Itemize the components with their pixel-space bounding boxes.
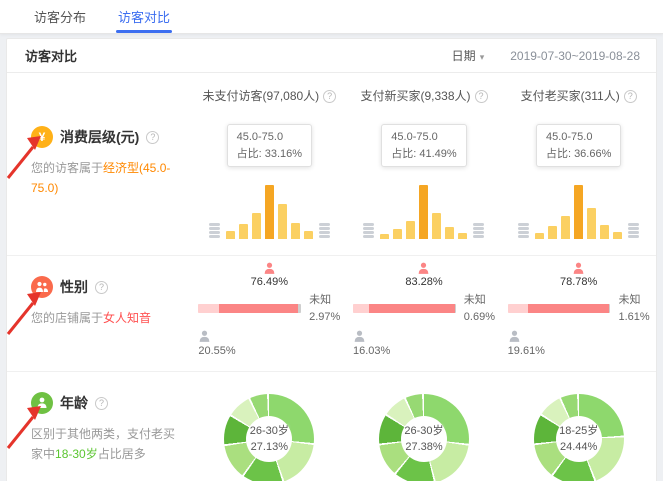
help-icon[interactable]: ?	[475, 90, 488, 103]
consumption-bar-chart[interactable]	[226, 183, 313, 239]
bar-tooltip: 45.0-75.0 占比: 41.49%	[381, 124, 466, 167]
gender-row-label: 性别 ? 您的店铺属于女人知音	[7, 256, 192, 357]
unknown-label: 未知	[618, 292, 649, 309]
chevron-down-icon: ▾	[480, 52, 485, 62]
unknown-percent: 2.97%	[309, 309, 340, 326]
female-percent: 76.49%	[251, 276, 288, 288]
person-icon	[31, 392, 53, 414]
female-icon	[417, 262, 430, 275]
male-percent: 19.61%	[508, 345, 545, 357]
consumption-chart-returning-buyers: 45.0-75.0 占比: 36.66%	[501, 106, 656, 239]
tooltip-share: 占比: 33.16%	[237, 146, 302, 163]
tooltip-range: 45.0-75.0	[237, 129, 302, 146]
section-consumption-level: ¥ 消费层级(元) ? 您的访客属于经济型(45.0-75.0) 45.0-75…	[7, 106, 656, 256]
female-icon	[263, 262, 276, 275]
section-age: 年龄 ? 区别于其他两类，支付老买家中18-30岁占比居多 26-30岁 27.…	[7, 372, 656, 481]
consumption-bar-chart[interactable]	[380, 183, 467, 239]
gender-highlight: 女人知音	[103, 311, 151, 325]
tab-visitor-distribution[interactable]: 访客分布	[18, 0, 102, 33]
card-header: 访客对比 日期 ▾ 2019-07-30~2019-08-28	[7, 39, 656, 73]
yen-icon: ¥	[31, 126, 53, 148]
people-icon	[31, 276, 53, 298]
unknown-percent: 0.69%	[464, 309, 495, 326]
consumption-bar-chart[interactable]	[535, 183, 622, 239]
age-chart-unpaid: 26-30岁 27.13%	[192, 372, 347, 481]
male-percent: 20.55%	[198, 345, 235, 357]
tooltip-share: 占比: 41.49%	[391, 146, 456, 163]
column-header-unpaid-visitors: 未支付访客(97,080人)?	[192, 81, 347, 104]
bar-tooltip: 45.0-75.0 占比: 36.66%	[536, 124, 621, 167]
coin-stack-icon	[628, 223, 639, 239]
gender-title: 性别	[60, 277, 88, 297]
help-icon[interactable]: ?	[323, 90, 336, 103]
column-header-row: 未支付访客(97,080人)? 支付新买家(9,338人)? 支付老买家(311…	[7, 73, 656, 106]
help-icon[interactable]: ?	[624, 90, 637, 103]
age-row-label: 年龄 ? 区别于其他两类，支付老买家中18-30岁占比居多	[7, 372, 192, 481]
female-percent: 83.28%	[405, 276, 442, 288]
consumption-chart-unpaid: 45.0-75.0 占比: 33.16%	[192, 106, 347, 239]
female-percent: 78.78%	[560, 276, 597, 288]
consumption-description: 您的访客属于经济型(45.0-75.0)	[31, 158, 181, 199]
coin-stack-icon	[209, 223, 220, 239]
bar-tooltip: 45.0-75.0 占比: 33.16%	[227, 124, 312, 167]
visitor-comparison-card: 访客对比 日期 ▾ 2019-07-30~2019-08-28 未支付访客(97,…	[6, 38, 657, 481]
female-icon	[572, 262, 585, 275]
column-header-new-buyers: 支付新买家(9,338人)?	[347, 81, 502, 104]
tooltip-range: 45.0-75.0	[391, 129, 456, 146]
age-description: 区别于其他两类，支付老买家中18-30岁占比居多	[31, 424, 181, 465]
male-icon	[198, 330, 211, 343]
male-icon	[353, 330, 366, 343]
page-background: 访客对比 日期 ▾ 2019-07-30~2019-08-28 未支付访客(97,…	[0, 34, 663, 481]
tab-visitor-comparison[interactable]: 访客对比	[102, 0, 186, 33]
consumption-chart-new-buyers: 45.0-75.0 占比: 41.49%	[347, 106, 502, 239]
gender-stacked-bar[interactable]	[353, 304, 456, 313]
coin-stack-icon	[473, 223, 484, 239]
consumption-row-label: ¥ 消费层级(元) ? 您的访客属于经济型(45.0-75.0)	[7, 106, 192, 239]
donut-hole	[246, 416, 292, 462]
date-range-value[interactable]: 2019-07-30~2019-08-28	[510, 49, 640, 63]
unknown-label: 未知	[464, 292, 495, 309]
page-title: 访客对比	[25, 46, 77, 65]
coin-stack-icon	[363, 223, 374, 239]
unknown-label: 未知	[309, 292, 340, 309]
gender-chart-unpaid: 76.49% 未知2.97% 20.55%	[192, 256, 347, 357]
date-filter-dropdown[interactable]: 日期 ▾	[452, 47, 485, 64]
age-chart-new-buyers: 26-30岁 27.38%	[347, 372, 502, 481]
tooltip-range: 45.0-75.0	[546, 129, 611, 146]
gender-stacked-bar[interactable]	[198, 304, 301, 313]
donut-hole	[401, 416, 447, 462]
tooltip-share: 占比: 36.66%	[546, 146, 611, 163]
gender-chart-new-buyers: 83.28% 未知0.69% 16.03%	[347, 256, 502, 357]
help-icon[interactable]: ?	[95, 397, 108, 410]
gender-description: 您的店铺属于女人知音	[31, 308, 181, 328]
help-icon[interactable]: ?	[95, 281, 108, 294]
help-icon[interactable]: ?	[146, 131, 159, 144]
unknown-percent: 1.61%	[618, 309, 649, 326]
male-icon	[508, 330, 521, 343]
column-header-returning-buyers: 支付老买家(311人)?	[501, 81, 656, 104]
consumption-title: 消费层级(元)	[60, 127, 139, 147]
male-percent: 16.03%	[353, 345, 390, 357]
section-gender: 性别 ? 您的店铺属于女人知音 76.49% 未知2.97%	[7, 256, 656, 372]
age-title: 年龄	[60, 393, 88, 413]
gender-chart-returning-buyers: 78.78% 未知1.61% 19.61%	[501, 256, 656, 357]
age-highlight: 18-30岁	[55, 447, 98, 461]
visitor-analytics-screen: 访客分布 访客对比 访客对比 日期 ▾ 2019-07-30~2019-08-28…	[0, 0, 663, 481]
top-tab-bar: 访客分布 访客对比	[0, 0, 663, 34]
date-filter-label: 日期	[452, 49, 476, 63]
age-chart-returning-buyers: 18-25岁 24.44%	[501, 372, 656, 481]
coin-stack-icon	[518, 223, 529, 239]
donut-hole	[556, 416, 602, 462]
coin-stack-icon	[319, 223, 330, 239]
date-controls: 日期 ▾ 2019-07-30~2019-08-28	[452, 47, 640, 64]
gender-stacked-bar[interactable]	[508, 304, 611, 313]
